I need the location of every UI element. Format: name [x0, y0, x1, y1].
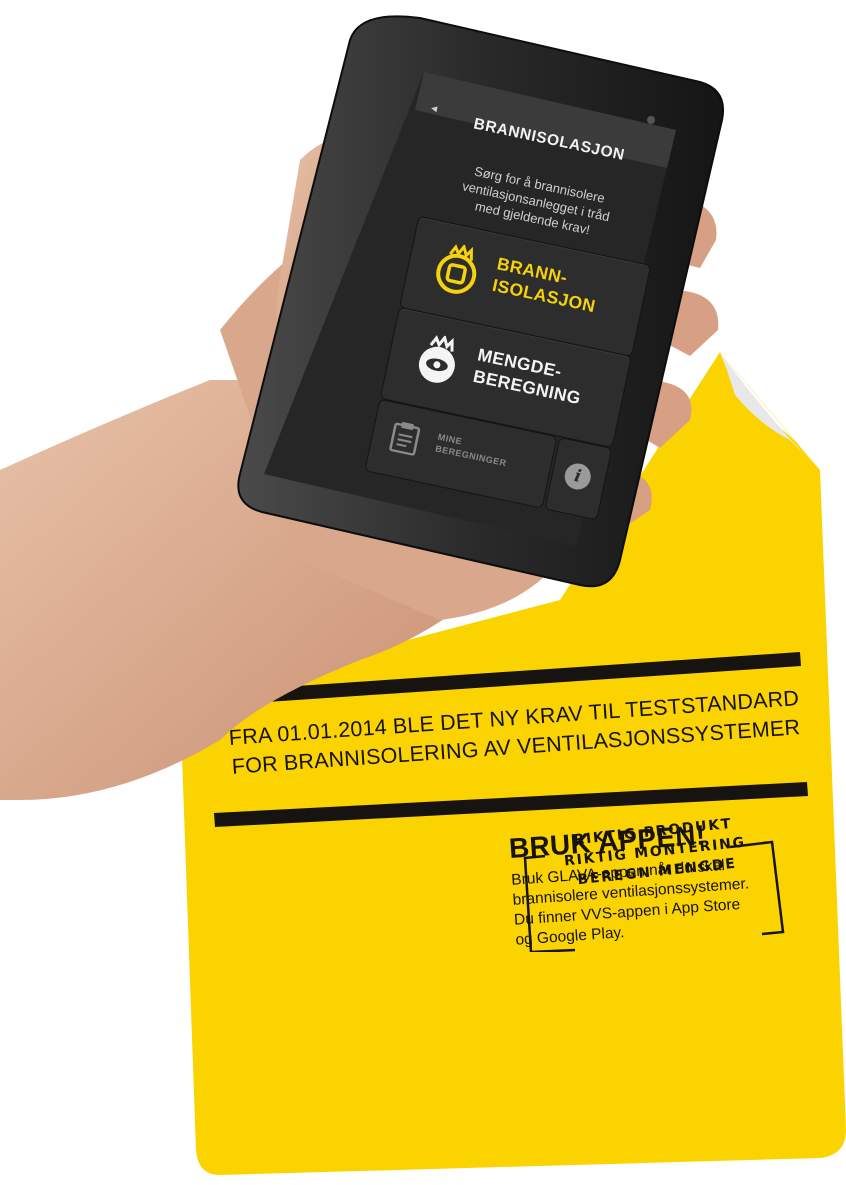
- mine-beregninger-label: MINE BEREGNINGER: [434, 431, 510, 470]
- hand-holding-phone: ◄ BRANNISOLASJON Sørg for å brannisolere…: [0, 0, 846, 1180]
- back-arrow-icon[interactable]: ◄: [428, 103, 440, 116]
- fire-eye-icon: [418, 334, 455, 383]
- clipboard-icon: [389, 422, 421, 456]
- info-icon: i: [562, 461, 594, 492]
- screen-title: BRANNISOLASJON: [472, 115, 627, 165]
- menu-brannisolasjon-label: BRANN- ISOLASJON: [490, 252, 602, 317]
- menu-mengdeberegning-label: MENGDE- BEREGNING: [471, 343, 587, 409]
- fire-badge-icon: [436, 243, 477, 294]
